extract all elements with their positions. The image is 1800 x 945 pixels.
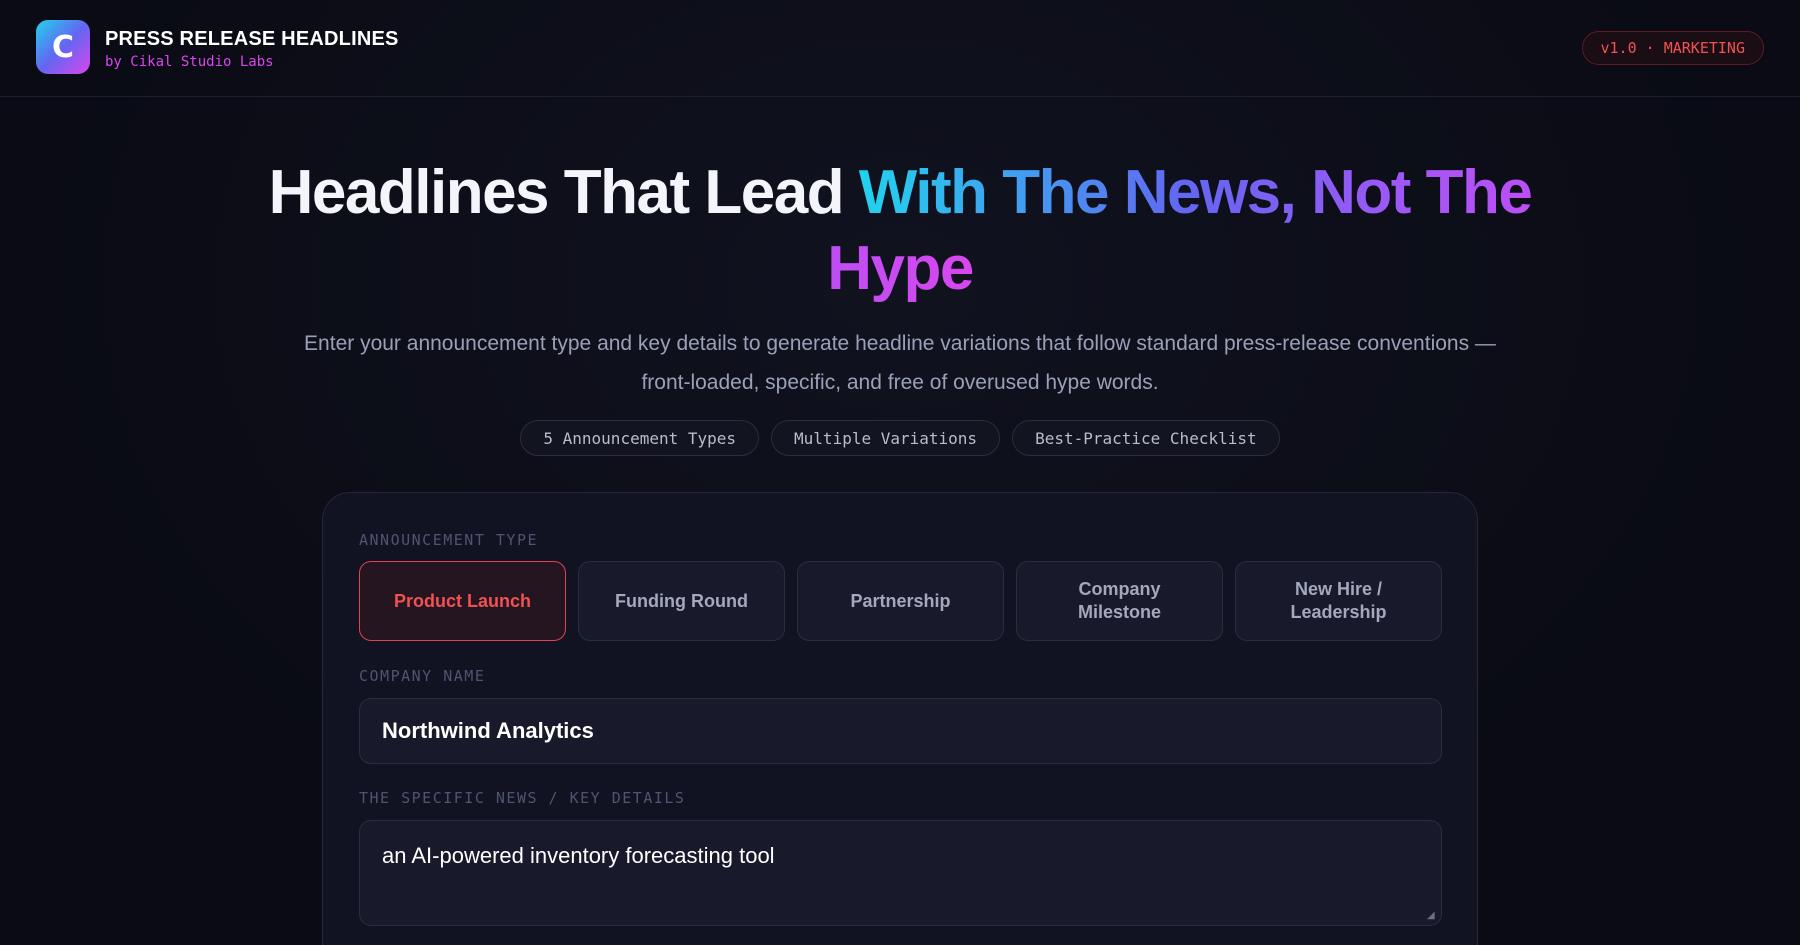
- top-bar: C PRESS RELEASE HEADLINES by Cikal Studi…: [0, 0, 1800, 97]
- hero-title-gradient: With The News, Not The Hype: [827, 158, 1533, 303]
- app-title: PRESS RELEASE HEADLINES: [105, 28, 399, 50]
- announcement-type-selector: Product Launch Funding Round Partnership…: [359, 561, 1442, 641]
- company-name-input[interactable]: [359, 698, 1442, 764]
- type-button-new-hire-leadership[interactable]: New Hire / Leadership: [1235, 561, 1442, 641]
- feature-pill-variations: Multiple Variations: [771, 420, 1001, 456]
- company-name-label: COMPANY NAME: [359, 667, 486, 685]
- hero-description: Enter your announcement type and key det…: [304, 332, 1496, 394]
- type-button-funding-round[interactable]: Funding Round: [578, 561, 785, 641]
- hero-title: Headlines That Lead With The News, Not T…: [200, 155, 1600, 307]
- type-button-partnership[interactable]: Partnership: [797, 561, 1004, 641]
- hero-title-plain: Headlines That Lead: [268, 158, 859, 227]
- type-button-company-milestone[interactable]: Company Milestone: [1016, 561, 1223, 641]
- generator-form-card: ANNOUNCEMENT TYPE Product Launch Funding…: [322, 492, 1478, 945]
- feature-pill-checklist: Best-Practice Checklist: [1012, 420, 1280, 456]
- key-details-label: THE SPECIFIC NEWS / KEY DETAILS: [359, 789, 686, 807]
- type-button-product-launch[interactable]: Product Launch: [359, 561, 566, 641]
- announcement-type-label: ANNOUNCEMENT TYPE: [359, 531, 539, 549]
- key-details-textarea[interactable]: an AI-powered inventory forecasting tool: [359, 820, 1442, 926]
- resize-handle-icon[interactable]: ◢: [1427, 911, 1437, 921]
- feature-pills: 5 Announcement Types Multiple Variations…: [0, 420, 1800, 456]
- feature-pill-types: 5 Announcement Types: [520, 420, 760, 456]
- page: C PRESS RELEASE HEADLINES by Cikal Studi…: [0, 0, 1800, 945]
- version-badge: v1.0 · MARKETING: [1581, 31, 1764, 65]
- app-logo[interactable]: C: [36, 20, 90, 74]
- logo-letter: C: [51, 29, 75, 65]
- app-subtitle: by Cikal Studio Labs: [105, 54, 274, 70]
